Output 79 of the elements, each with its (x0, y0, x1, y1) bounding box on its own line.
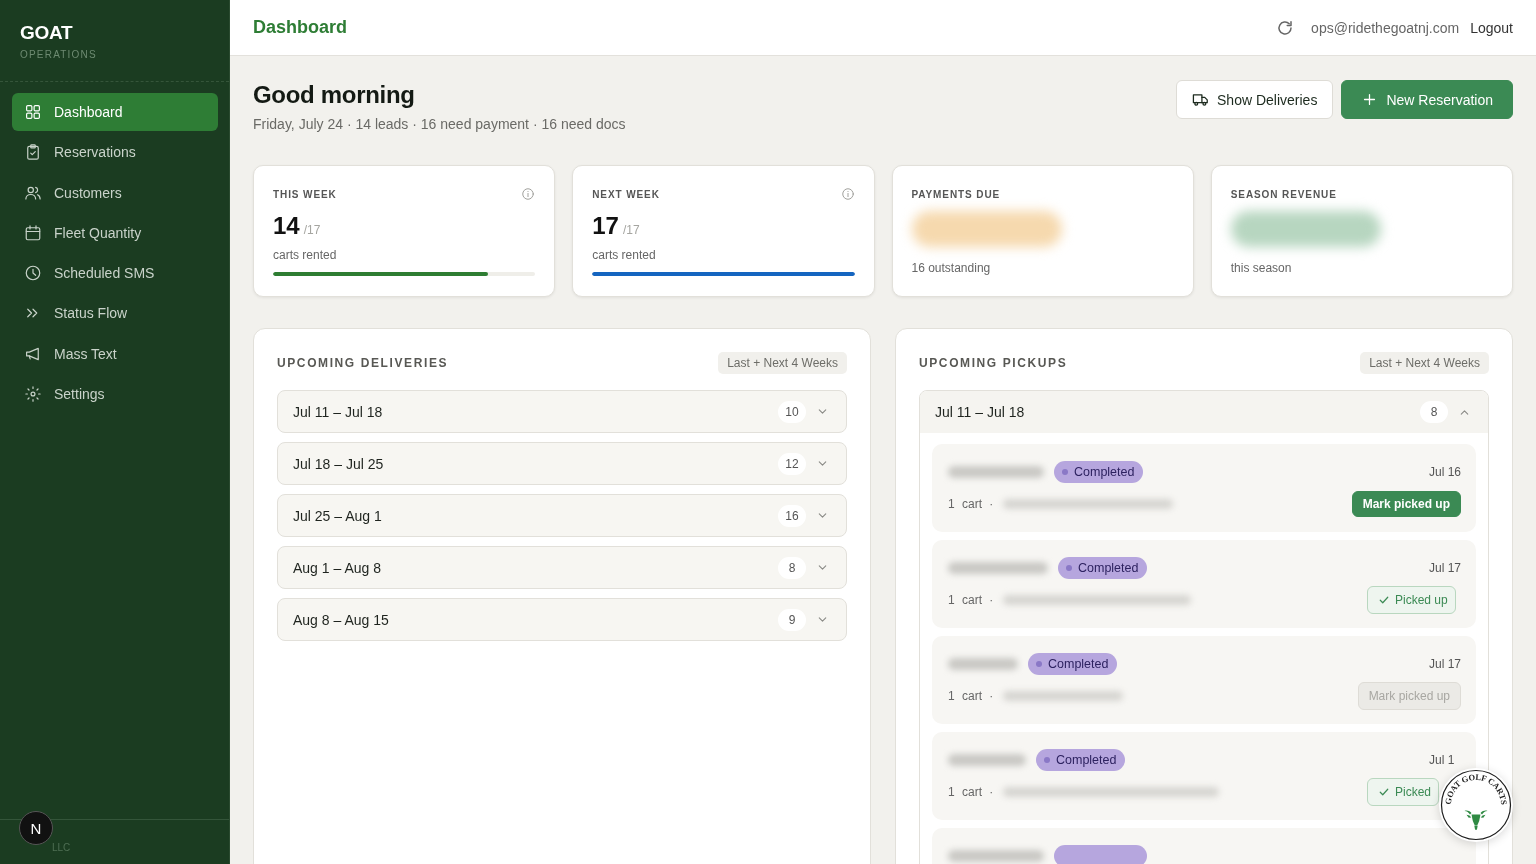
page-title: Dashboard (253, 17, 348, 38)
week-row[interactable]: Aug 1 – Aug 8 8 (277, 546, 847, 589)
stat-label: THIS WEEK (273, 188, 337, 200)
logout-button[interactable]: Logout (1470, 19, 1513, 36)
refresh-icon (1276, 18, 1295, 37)
info-icon[interactable] (840, 187, 855, 201)
new-reservation-button[interactable]: New Reservation (1341, 80, 1513, 119)
week-count: 9 (778, 608, 806, 631)
stat-caption: carts rented (273, 247, 338, 263)
grid-icon (24, 103, 42, 121)
period-label: Last + Next 4 Weeks (718, 352, 847, 374)
cart-count: 1 cart · (948, 593, 994, 607)
sidebar-item[interactable]: Fleet Quantity (12, 213, 218, 252)
sidebar-item[interactable]: Customers (12, 173, 218, 212)
status-label: Completed (1048, 656, 1109, 672)
check-icon (1378, 594, 1390, 606)
picked-up-button[interactable]: Picked (1367, 778, 1440, 806)
pickup-date: Jul 1 (1429, 753, 1455, 767)
stat-label: PAYMENTS DUE (911, 188, 1001, 200)
pickup-date: Jul 17 (1429, 657, 1462, 671)
calendar-icon (24, 223, 42, 242)
info-icon[interactable] (521, 187, 536, 201)
stat-value: 14 (273, 211, 300, 241)
dot-icon (1062, 469, 1068, 475)
stat-total: /17 (303, 223, 321, 237)
status-label: Completed (1074, 464, 1135, 480)
status-label: Completed (1056, 752, 1117, 768)
week-row[interactable]: Jul 11 – Jul 18 10 (277, 390, 847, 433)
cart-count: 1 cart · (948, 689, 994, 703)
week-row[interactable]: Aug 8 – Aug 15 9 (277, 598, 847, 641)
dot-icon (1066, 565, 1072, 571)
clipboard-check-icon (24, 143, 42, 162)
week-count: 10 (778, 400, 806, 423)
stat-label: NEXT WEEK (592, 188, 660, 200)
stat-label: SEASON REVENUE (1230, 188, 1337, 200)
pickup-date: Jul 16 (1429, 465, 1462, 479)
brand-name: GOAT (20, 22, 74, 44)
week-row[interactable]: Jul 25 – Aug 1 16 (277, 494, 847, 537)
brand-subtitle: OPERATIONS (20, 49, 98, 61)
greeting-summary: Friday, July 24 · 14 leads · 16 need payment · 16 need docs (253, 115, 626, 134)
week-row[interactable]: Jul 18 – Jul 25 12 (277, 442, 847, 485)
week-count: 8 (1420, 401, 1448, 423)
sidebar-item[interactable]: Mass Text (12, 334, 218, 373)
sidebar-item[interactable]: Status Flow (12, 294, 218, 333)
goat-icon (1464, 810, 1488, 830)
cart-count: 1 cart · (948, 785, 994, 799)
sidebar-item[interactable]: Dashboard (12, 93, 218, 131)
period-label: Last + Next 4 Weeks (1360, 352, 1489, 374)
blurred-name (948, 658, 1018, 670)
week-count: 16 (778, 504, 806, 527)
pickup-date: Jul 17 (1429, 561, 1462, 575)
week-row[interactable]: Jul 11 – Jul 18 8 (920, 391, 1488, 433)
user-email: ops@ridethegoatnj.com (1311, 19, 1460, 36)
stat-total: /17 (622, 223, 640, 237)
picked-up-button[interactable]: Picked up (1367, 586, 1456, 614)
week-count: 12 (778, 452, 806, 475)
stat-caption: carts rented (592, 247, 657, 263)
sun-gear-icon (24, 385, 42, 404)
greeting-title: Good morning (253, 80, 416, 110)
status-label: Completed (1078, 560, 1139, 576)
clock-icon (24, 264, 42, 283)
week-count: 8 (778, 556, 806, 579)
panel-title: UPCOMING DELIVERIES (277, 356, 449, 370)
refresh-button[interactable] (1276, 18, 1295, 37)
sidebar-item[interactable]: Scheduled SMS (12, 254, 218, 293)
stat-caption: 16 outstanding (911, 260, 992, 276)
dot-icon (1044, 757, 1050, 763)
stat-caption: this season (1230, 260, 1293, 276)
dot-icon (1036, 661, 1042, 667)
sidebar-item[interactable]: Reservations (12, 133, 218, 172)
stat-value: 17 (592, 211, 619, 241)
show-deliveries-button[interactable]: Show Deliveries (1176, 80, 1334, 119)
sidebar-item[interactable]: Settings (12, 375, 218, 414)
cart-count: 1 cart · (948, 497, 994, 511)
dev-indicator-button[interactable]: N (19, 811, 53, 845)
check-icon (1378, 786, 1390, 798)
mark-picked-up-button[interactable]: Mark picked up (1351, 491, 1461, 517)
panel-title: UPCOMING PICKUPS (919, 356, 1068, 370)
truck-icon (1192, 91, 1209, 108)
